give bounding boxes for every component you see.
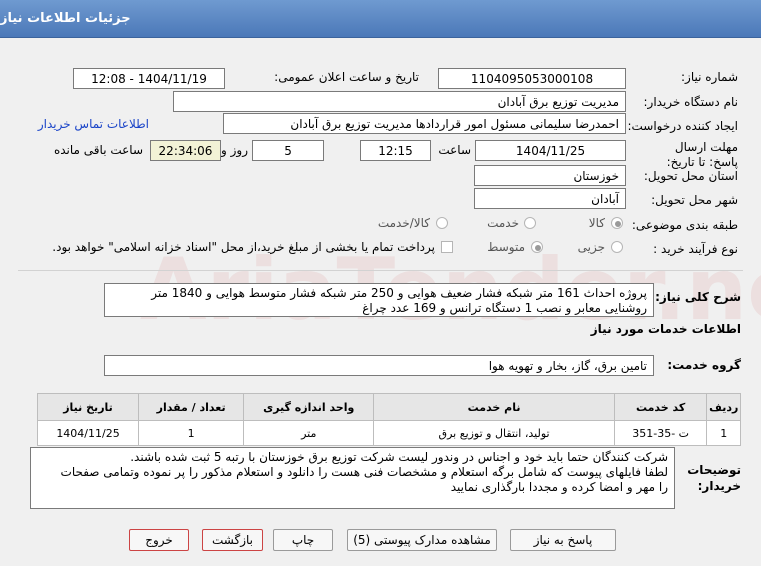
buyer-contact-link[interactable]: اطلاعات تماس خریدار [38, 117, 149, 131]
buyer-notes-line-1: شرکت کنندگان حتما باید خود و اجناس در ون… [130, 450, 668, 464]
services-table: ردیف کد خدمت نام خدمت واحد اندازه گیری ت… [36, 393, 741, 446]
province-field[interactable]: خوزستان [474, 165, 626, 186]
table-header-row: ردیف کد خدمت نام خدمت واحد اندازه گیری ت… [36, 393, 741, 421]
col-header-quantity: تعداد / مقدار [138, 393, 245, 421]
page-title: جزئیات اطلاعات نیاز [0, 11, 131, 26]
category-option-goods-service: کالا/خدمت [377, 216, 430, 230]
back-button[interactable]: بازگشت [202, 529, 263, 551]
col-header-unit: واحد اندازه گیری [243, 393, 375, 421]
services-section-title: اطلاعات خدمات مورد نیاز [590, 322, 741, 336]
creator-label: ایجاد کننده درخواست: [627, 119, 738, 133]
process-option-medium: متوسط [487, 240, 525, 254]
announce-date-label: تاریخ و ساعت اعلان عمومی: [274, 70, 419, 84]
city-label: شهر محل تحویل: [651, 193, 738, 207]
category-option-goods: کالا [588, 216, 605, 230]
category-radio-service[interactable] [524, 217, 536, 229]
table-row: 1 ت -35-351 تولید، انتقال و توزیع برق مت… [36, 420, 741, 446]
divider [18, 270, 743, 271]
days-remaining-field[interactable]: 5 [252, 140, 324, 161]
service-group-field[interactable]: تامین برق، گاز، بخار و تهویه هوا [104, 355, 654, 376]
city-field[interactable]: آبادان [474, 188, 626, 209]
cell-unit: متر [243, 420, 375, 446]
buyer-org-field[interactable]: مدیریت توزیع برق آبادان [173, 91, 626, 112]
category-label: طبقه بندی موضوعی: [631, 218, 738, 232]
col-header-need-date: تاریخ نیاز [36, 393, 140, 421]
buyer-org-label: نام دستگاه خریدار: [643, 95, 739, 109]
remaining-time-field: 22:34:06 [150, 140, 221, 161]
remaining-time-label: ساعت باقی مانده [53, 143, 143, 157]
service-group-label: گروه خدمت: [667, 358, 741, 372]
description-label: شرح کلی نیاز: [655, 290, 741, 304]
reply-to-need-button[interactable]: پاسخ به نیاز [510, 529, 616, 551]
province-label: استان محل تحویل: [643, 169, 738, 183]
col-header-row-number: ردیف [706, 393, 741, 421]
description-textarea[interactable]: پروژه احداث 161 متر شبکه فشار ضعیف هوایی… [104, 283, 654, 317]
print-button[interactable]: چاپ [273, 529, 333, 551]
creator-field[interactable]: احمدرضا سلیمانی مسئول امور قراردادها مدی… [223, 113, 626, 134]
cell-service-code: ت -35-351 [613, 420, 708, 446]
category-radio-goods[interactable] [611, 217, 623, 229]
deadline-label: مهلت ارسال پاسخ: تا تاریخ: [666, 140, 738, 169]
process-radio-minor[interactable] [611, 241, 623, 253]
cell-need-date: 1404/11/25 [36, 420, 140, 446]
process-radio-medium[interactable] [531, 241, 543, 253]
process-option-minor: جزیی [577, 240, 605, 254]
category-option-service: خدمت [487, 216, 519, 230]
view-attachments-button[interactable]: مشاهده مدارک پیوستی (5) [347, 529, 497, 551]
buyer-notes-label: توضیحات خریدار: [687, 463, 741, 493]
treasury-payment-checkbox[interactable] [441, 241, 453, 253]
need-number-label: شماره نیاز: [681, 70, 738, 84]
cell-service-name: تولید، انتقال و توزیع برق [373, 420, 615, 446]
deadline-time-label: ساعت [438, 143, 471, 157]
cell-row-number: 1 [706, 420, 741, 446]
need-number-field[interactable]: 1104095053000108 [438, 68, 626, 89]
exit-button[interactable]: خروج [129, 529, 189, 551]
buyer-notes-line-2: لطفا فایلهای پیوست که شامل برگه استعلام … [60, 465, 668, 479]
days-label: روز و [221, 143, 248, 157]
col-header-service-code: کد خدمت [613, 393, 708, 421]
category-radio-goods-service[interactable] [436, 217, 448, 229]
buyer-notes-line-3: را مهر و امضا کرده و مجددا بارگذاری نمای… [450, 480, 668, 494]
window-title-bar: جزئیات اطلاعات نیاز [0, 0, 761, 38]
col-header-service-name: نام خدمت [373, 393, 615, 421]
process-type-label: نوع فرآیند خرید : [653, 242, 738, 256]
buyer-notes-textarea[interactable]: شرکت کنندگان حتما باید خود و اجناس در ون… [30, 447, 675, 509]
cell-quantity: 1 [138, 420, 245, 446]
deadline-time-field[interactable]: 12:15 [360, 140, 431, 161]
deadline-date-field[interactable]: 1404/11/25 [475, 140, 626, 161]
treasury-payment-note: پرداخت تمام یا بخشی از مبلغ خرید،از محل … [52, 240, 435, 254]
announce-date-field[interactable]: 1404/11/19 - 12:08 [73, 68, 225, 89]
